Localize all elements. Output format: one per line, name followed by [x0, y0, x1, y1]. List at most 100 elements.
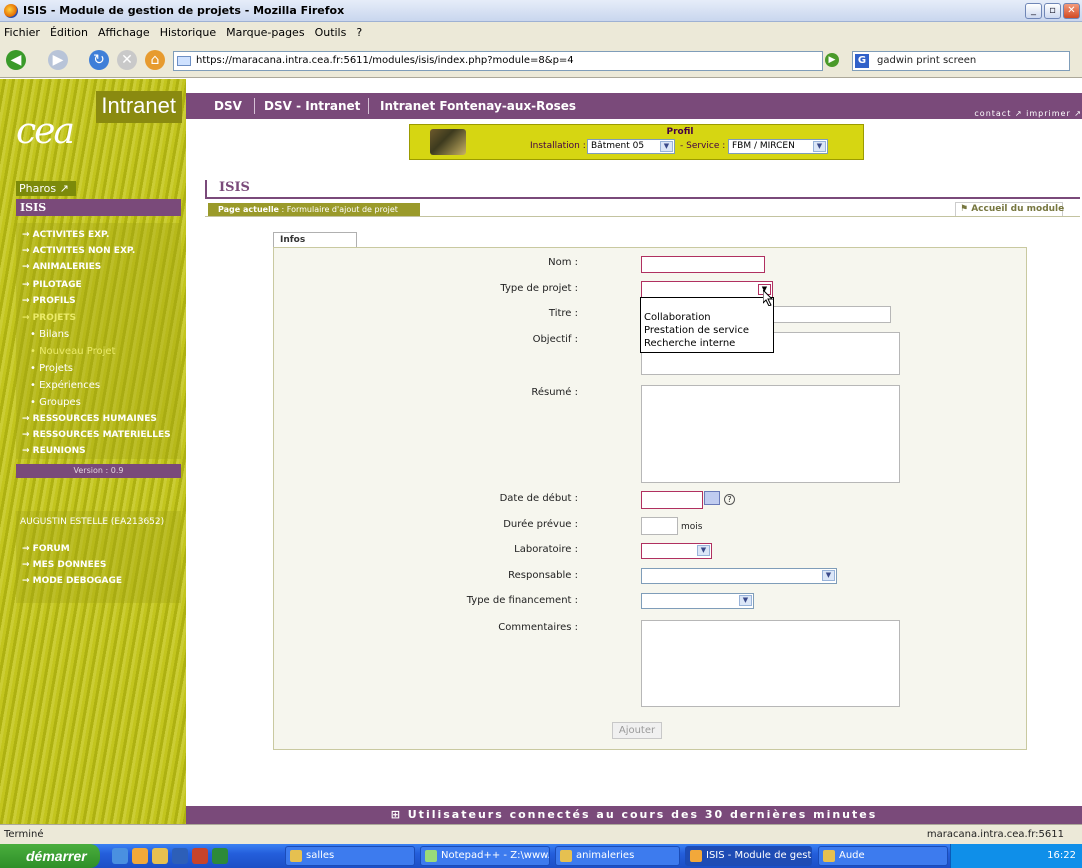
- nav-link-fontenay[interactable]: Intranet Fontenay-aux-Roses: [380, 93, 576, 119]
- laboratoire-select[interactable]: ▼: [641, 543, 712, 559]
- nav-link-dsv[interactable]: DSV: [214, 93, 242, 119]
- task-animaleries[interactable]: animaleries: [555, 846, 680, 866]
- quicklaunch-excel-icon[interactable]: [212, 848, 228, 864]
- resume-textarea[interactable]: [641, 385, 900, 483]
- task-salles[interactable]: salles: [285, 846, 415, 866]
- home-icon[interactable]: ⌂: [145, 50, 165, 70]
- close-icon[interactable]: ✕: [1063, 3, 1080, 19]
- task-isis-firefox[interactable]: ISIS - Module de gest...: [685, 846, 812, 866]
- menu-historique[interactable]: Historique: [160, 26, 216, 39]
- start-label: démarrer: [26, 848, 87, 864]
- date-debut-label: Date de début :: [499, 493, 578, 504]
- maximize-icon[interactable]: ▫: [1044, 3, 1061, 19]
- nav-link-dsv-intranet[interactable]: DSV - Intranet: [264, 93, 360, 119]
- menu-affichage[interactable]: Affichage: [98, 26, 150, 39]
- duree-input[interactable]: [641, 517, 678, 535]
- sidebar-subitem-experiences[interactable]: • Expériences: [16, 378, 181, 394]
- page-content: Intranet cea Pharos ↗ ISIS → ACTIVITES E…: [0, 79, 1082, 824]
- pharos-link[interactable]: Pharos ↗: [16, 181, 76, 196]
- financement-label: Type de financement :: [466, 595, 578, 606]
- clock[interactable]: 16:22: [1047, 850, 1076, 861]
- chevron-down-icon[interactable]: ▼: [697, 545, 710, 556]
- sidebar-item-animaleries[interactable]: → ANIMALERIES: [16, 259, 181, 275]
- sidebar-item-pilotage[interactable]: → PILOTAGE: [16, 277, 181, 293]
- financement-select[interactable]: ▼: [641, 593, 754, 609]
- navigation-toolbar: ◀ ▶ ↻ ✕ ⌂ https://maracana.intra.cea.fr:…: [0, 42, 1082, 78]
- cea-logo[interactable]: cea: [16, 112, 86, 152]
- connected-users-bar[interactable]: ⊞ Utilisateurs connectés au cours des 30…: [186, 806, 1082, 824]
- sidebar-subitem-nouveau-projet[interactable]: • Nouveau Projet: [16, 344, 181, 360]
- user-box: AUGUSTIN ESTELLE (EA213652) → FORUM → ME…: [16, 511, 181, 603]
- reload-icon[interactable]: ↻: [89, 50, 109, 70]
- dropdown-option-recherche[interactable]: Recherche interne: [641, 337, 773, 350]
- sidebar-subitem-bilans[interactable]: • Bilans: [16, 327, 181, 343]
- help-icon[interactable]: ?: [724, 494, 735, 505]
- sidebar-item-forum[interactable]: → FORUM: [16, 541, 181, 557]
- dropdown-option-prestation[interactable]: Prestation de service: [641, 324, 773, 337]
- sidebar-subitem-projets[interactable]: • Projets: [16, 361, 181, 377]
- sidebar-item-mes-donnees[interactable]: → MES DONNEES: [16, 557, 181, 573]
- service-value: FBM / MIRCEN: [732, 141, 795, 151]
- search-input[interactable]: G gadwin print screen: [852, 51, 1070, 71]
- sidebar-item-activites-exp[interactable]: → ACTIVITES EXP.: [16, 227, 181, 243]
- site-icon: [177, 56, 191, 66]
- sidebar-item-profils[interactable]: → PROFILS: [16, 293, 181, 309]
- task-label: animaleries: [576, 850, 635, 861]
- dropdown-option-empty[interactable]: [641, 298, 773, 311]
- menu-fichier[interactable]: Fichier: [4, 26, 40, 39]
- menu-help[interactable]: ?: [356, 26, 362, 39]
- calendar-icon[interactable]: [704, 491, 720, 505]
- commentaires-label: Commentaires :: [498, 622, 578, 633]
- chevron-down-icon[interactable]: ▼: [739, 595, 752, 606]
- responsable-select[interactable]: ▼: [641, 568, 837, 584]
- service-select[interactable]: FBM / MIRCEN ▼: [728, 139, 828, 154]
- task-aude[interactable]: Aude: [818, 846, 948, 866]
- stop-icon[interactable]: ✕: [117, 50, 137, 70]
- sidebar-subitem-groupes[interactable]: • Groupes: [16, 395, 181, 411]
- date-debut-input[interactable]: [641, 491, 703, 509]
- quicklaunch-folder-icon[interactable]: [152, 848, 168, 864]
- sidebar-item-ressources-materielles[interactable]: → RESSOURCES MATERIELLES: [16, 427, 181, 443]
- laboratoire-label: Laboratoire :: [514, 544, 578, 555]
- intranet-title: Intranet: [96, 91, 182, 123]
- installation-select[interactable]: Bâtment 05 ▼: [587, 139, 675, 154]
- quicklaunch-firefox-icon[interactable]: [132, 848, 148, 864]
- google-icon[interactable]: G: [855, 54, 869, 68]
- type-projet-select[interactable]: ▼: [641, 281, 773, 298]
- start-button[interactable]: démarrer: [0, 844, 100, 868]
- quicklaunch-powerpoint-icon[interactable]: [192, 848, 208, 864]
- back-icon[interactable]: ◀: [6, 50, 26, 70]
- module-home-link[interactable]: ⚑ Accueil du module: [955, 202, 1064, 217]
- chevron-down-icon[interactable]: ▼: [813, 141, 826, 152]
- chevron-down-icon[interactable]: ▼: [822, 570, 835, 581]
- user-name: AUGUSTIN ESTELLE (EA213652): [20, 517, 165, 527]
- menu-outils[interactable]: Outils: [315, 26, 347, 39]
- nom-input[interactable]: [641, 256, 765, 273]
- minimize-icon[interactable]: _: [1025, 3, 1042, 19]
- breadcrumb-label: Page actuelle: [218, 205, 279, 214]
- quicklaunch-ie-icon[interactable]: [112, 848, 128, 864]
- sidebar-menu: → ACTIVITES EXP. → ACTIVITES NON EXP. → …: [16, 223, 181, 459]
- mouse-cursor-icon: [763, 290, 774, 306]
- task-notepad[interactable]: Notepad++ - Z:\www...: [420, 846, 550, 866]
- sidebar-item-activites-non-exp[interactable]: → ACTIVITES NON EXP.: [16, 243, 181, 259]
- quicklaunch-word-icon[interactable]: [172, 848, 188, 864]
- menu-marque-pages[interactable]: Marque-pages: [226, 26, 304, 39]
- ajouter-button[interactable]: Ajouter: [612, 722, 662, 739]
- service-label: - Service :: [680, 141, 726, 151]
- contact-print-links[interactable]: contact ↗ imprimer ↗: [974, 101, 1082, 118]
- installation-value: Bâtment 05: [591, 141, 645, 151]
- sidebar-item-ressources-humaines[interactable]: → RESSOURCES HUMAINES: [16, 411, 181, 427]
- chevron-down-icon[interactable]: ▼: [660, 141, 673, 152]
- sidebar-item-projets[interactable]: → PROJETS: [16, 310, 181, 326]
- menu-edition[interactable]: Édition: [50, 26, 88, 39]
- commentaires-textarea[interactable]: [641, 620, 900, 707]
- sidebar-item-reunions[interactable]: → REUNIONS: [16, 443, 181, 459]
- tab-infos-generales[interactable]: Infos générales: [273, 232, 357, 260]
- url-bar[interactable]: https://maracana.intra.cea.fr:5611/modul…: [173, 51, 823, 71]
- dropdown-option-collaboration[interactable]: Collaboration: [641, 311, 773, 324]
- forward-icon[interactable]: ▶: [48, 50, 68, 70]
- go-icon[interactable]: ▶: [825, 53, 839, 67]
- system-tray: 16:22: [950, 844, 1082, 868]
- sidebar-item-mode-debogage[interactable]: → MODE DEBOGAGE: [16, 573, 181, 589]
